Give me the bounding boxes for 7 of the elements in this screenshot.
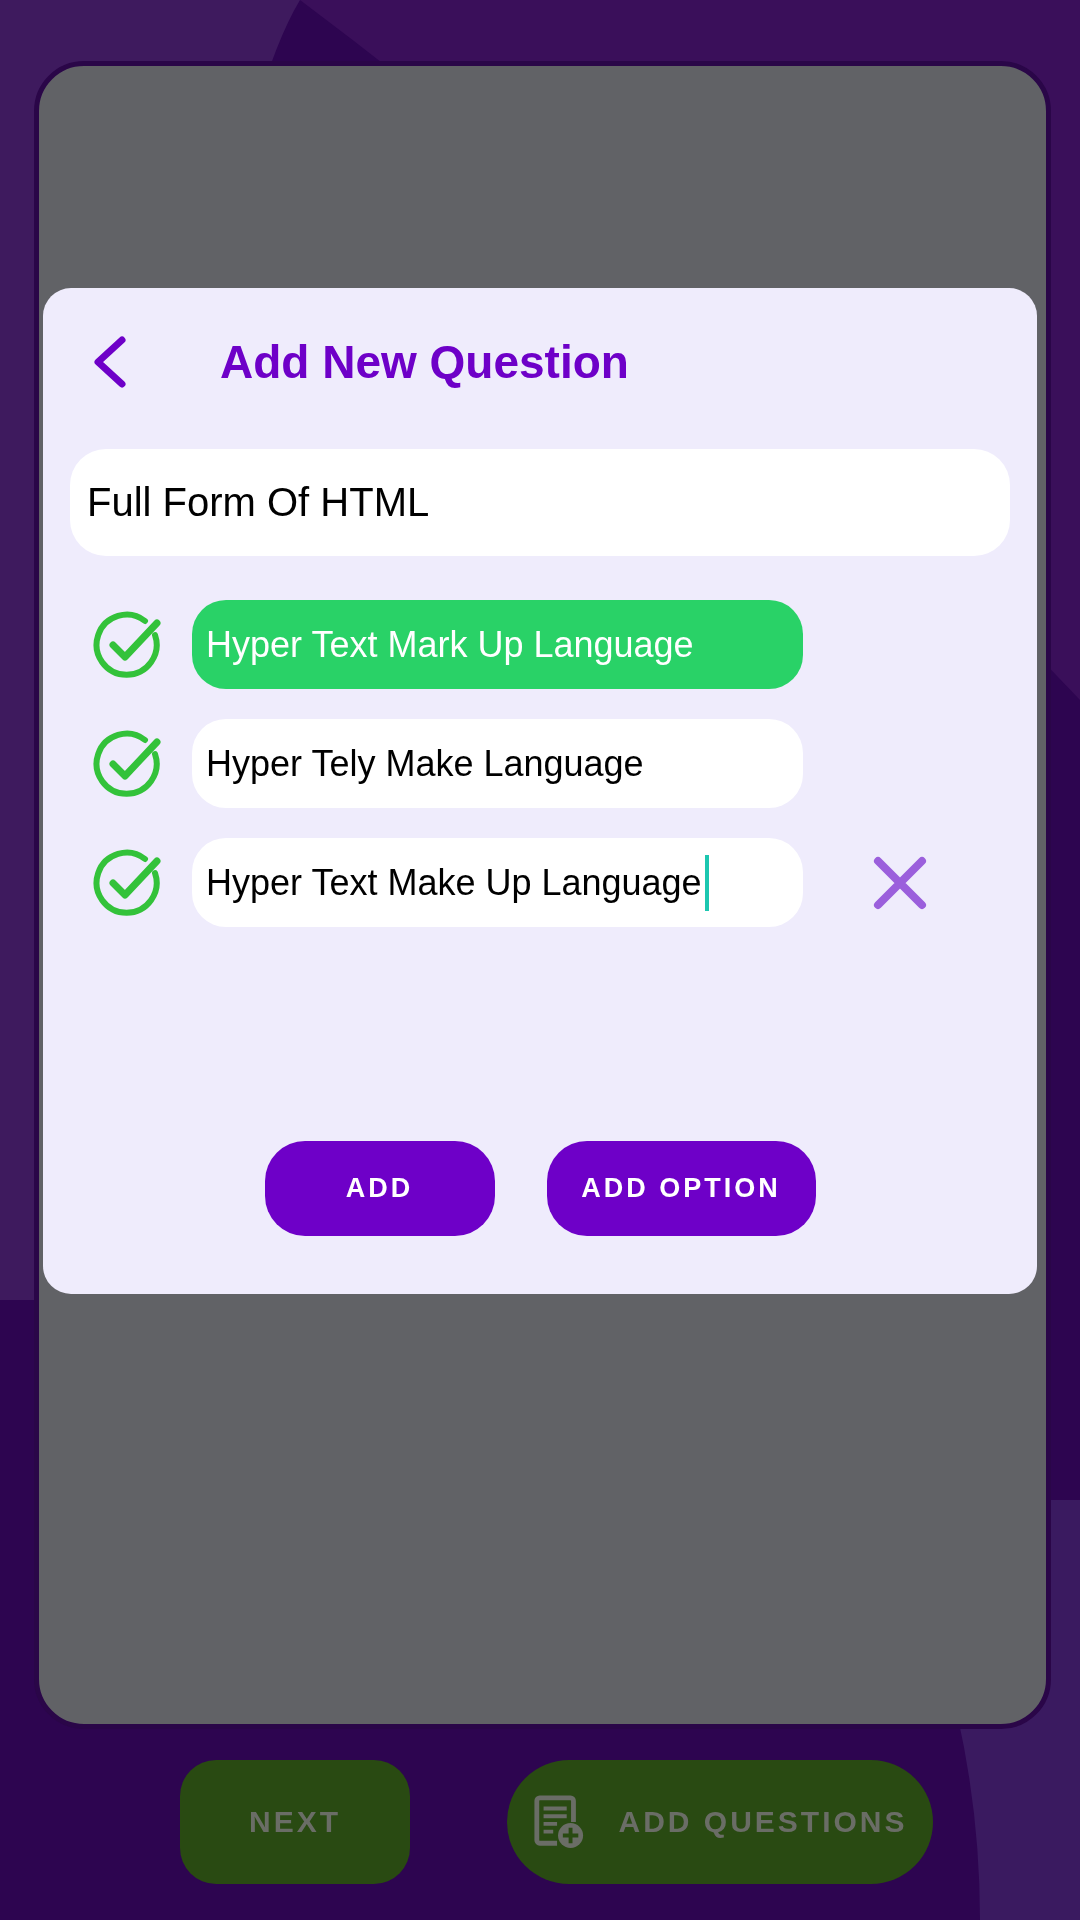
option-field[interactable]: Hyper Tely Make Language bbox=[192, 719, 803, 808]
question-field[interactable]: Full Form Of HTML bbox=[70, 449, 1010, 556]
dialog-title: Add New Question bbox=[220, 335, 629, 389]
option-field[interactable]: Hyper Text Make Up Language bbox=[192, 838, 803, 927]
add-button[interactable]: ADD bbox=[264, 1141, 495, 1236]
add-button[interactable]: ADD OPTION bbox=[546, 1141, 816, 1236]
close-icon[interactable] bbox=[872, 854, 928, 911]
